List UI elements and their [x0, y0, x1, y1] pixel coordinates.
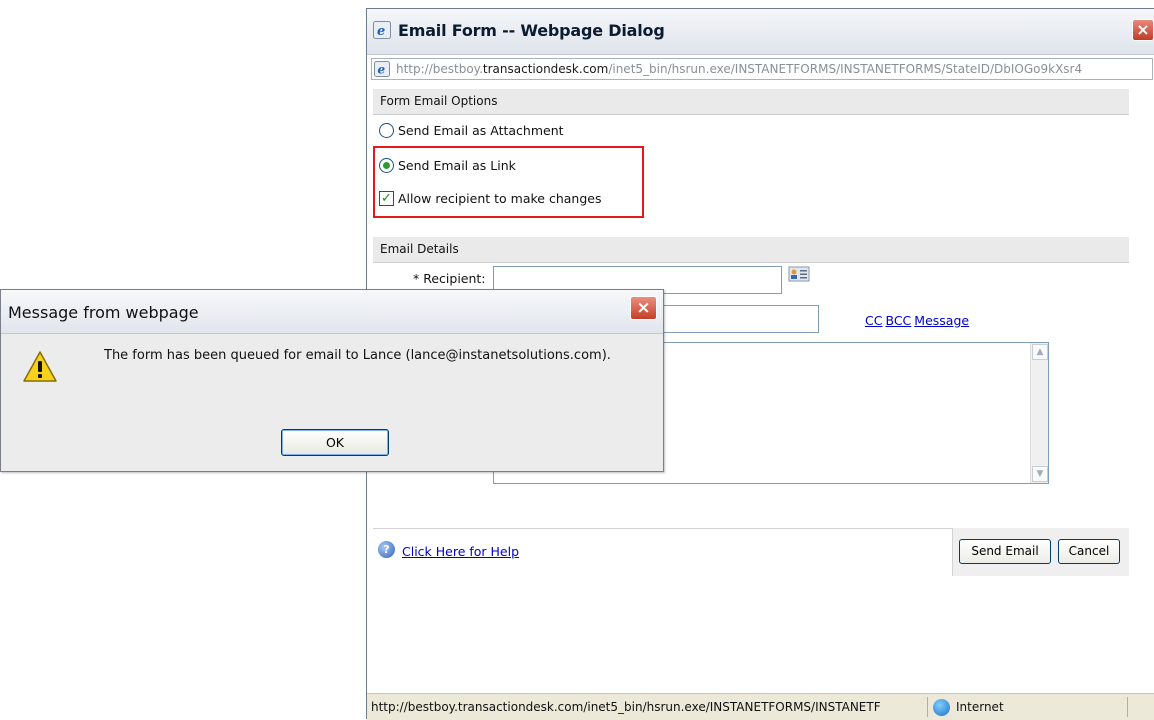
cc-link[interactable]: CC	[865, 313, 882, 328]
dialog-titlebar[interactable]: e Email Form -- Webpage Dialog ×	[367, 9, 1154, 55]
email-details-header: Email Details	[373, 237, 1129, 263]
ok-button[interactable]: OK	[281, 429, 389, 456]
attachment-radio[interactable]	[379, 123, 394, 138]
help-link[interactable]: Click Here for Help	[402, 544, 519, 559]
send-email-button[interactable]: Send Email	[959, 539, 1051, 564]
message-link[interactable]: Message	[914, 313, 969, 328]
help-icon[interactable]: ?	[378, 541, 395, 558]
address-domain: transactiondesk.com	[482, 62, 609, 76]
message-box-close-button[interactable]: ×	[630, 296, 657, 320]
address-book-icon[interactable]	[788, 266, 810, 282]
svg-text:e: e	[378, 63, 386, 77]
address-path: /inet5_bin/hsrun.exe/INSTANETFORMS/INSTA…	[608, 62, 1083, 76]
bcc-link[interactable]: BCC	[885, 313, 911, 328]
message-box-title: Message from webpage	[8, 303, 199, 322]
cc-bcc-message-links: CC BCC Message	[865, 313, 972, 328]
scroll-up-icon[interactable]: ▲	[1032, 344, 1048, 360]
address-url: http://bestboy.transactiondesk.com/inet5…	[396, 62, 1082, 76]
status-bar: http://bestboy.transactiondesk.com/inet5…	[367, 693, 1154, 720]
message-box-dialog: Message from webpage × The form has been…	[0, 289, 664, 472]
dialog-title: Email Form -- Webpage Dialog	[398, 21, 665, 40]
address-bar[interactable]: e http://bestboy.transactiondesk.com/ine…	[371, 58, 1153, 80]
cancel-button[interactable]: Cancel	[1058, 539, 1120, 564]
action-button-panel: Send Email Cancel	[952, 528, 1129, 576]
dialog-close-button[interactable]: ×	[1132, 19, 1154, 41]
recipient-label: * Recipient:	[413, 271, 486, 286]
message-text: The form has been queued for email to La…	[104, 348, 611, 363]
svg-text:e: e	[377, 24, 385, 39]
message-scrollbar[interactable]: ▲ ▼	[1030, 343, 1048, 483]
security-zone-label: Internet	[956, 700, 1004, 714]
globe-icon	[933, 699, 950, 716]
message-box-titlebar[interactable]: Message from webpage ×	[1, 290, 663, 334]
ie-page-icon: e	[374, 61, 390, 77]
ie-page-icon: e	[373, 21, 391, 39]
form-email-options-header: Form Email Options	[373, 89, 1129, 115]
status-separator	[1127, 697, 1128, 717]
highlight-box	[373, 146, 644, 218]
warning-icon	[23, 351, 57, 382]
option-send-attachment[interactable]: Send Email as Attachment	[379, 123, 564, 138]
attachment-label: Send Email as Attachment	[398, 123, 564, 138]
status-separator	[927, 697, 928, 717]
scroll-down-icon[interactable]: ▼	[1032, 466, 1048, 482]
address-prefix: http://bestboy.	[396, 62, 483, 76]
status-url: http://bestboy.transactiondesk.com/inet5…	[371, 700, 881, 714]
